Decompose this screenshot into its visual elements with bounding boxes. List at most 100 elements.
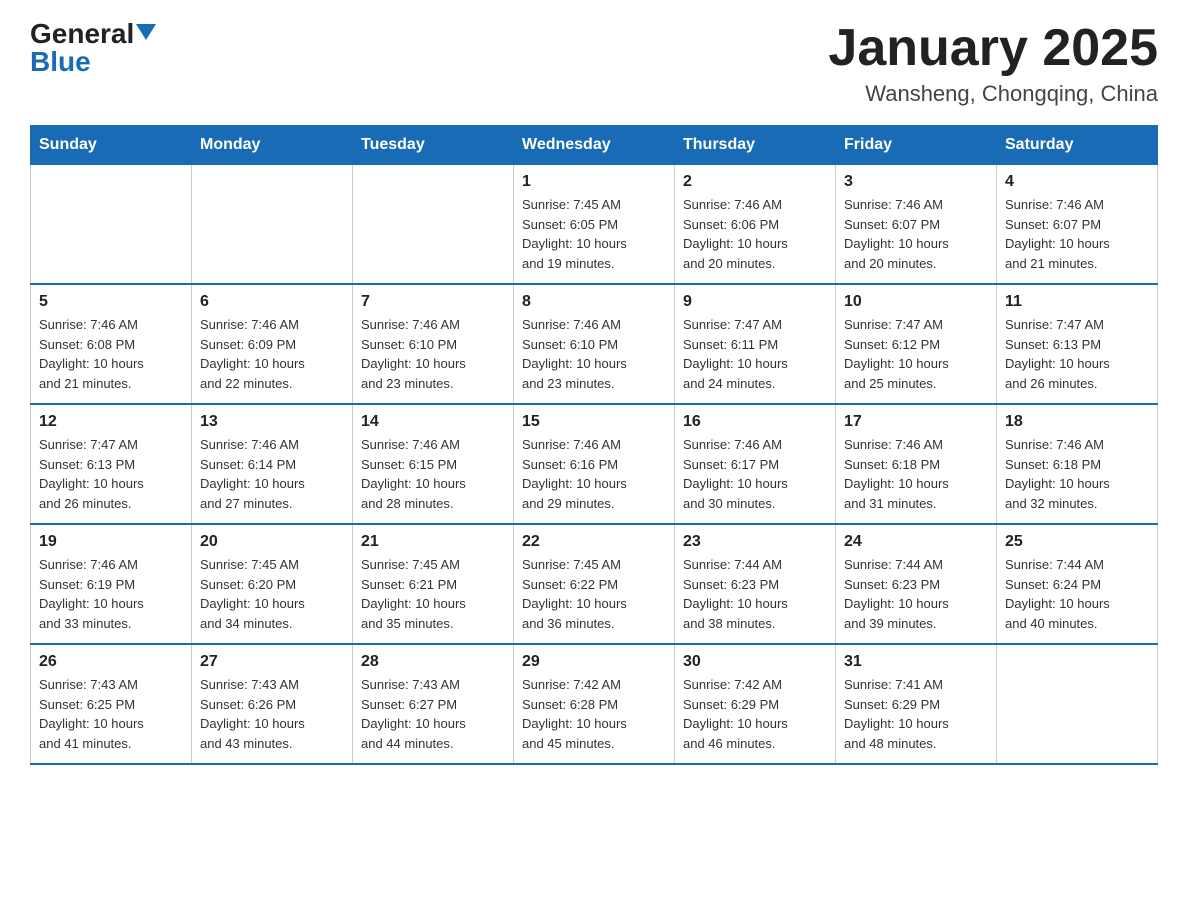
day-number: 18 (1005, 413, 1149, 431)
day-number: 28 (361, 653, 505, 671)
day-info: Sunrise: 7:46 AM Sunset: 6:07 PM Dayligh… (1005, 195, 1149, 273)
day-info: Sunrise: 7:46 AM Sunset: 6:14 PM Dayligh… (200, 435, 344, 513)
day-info: Sunrise: 7:46 AM Sunset: 6:08 PM Dayligh… (39, 315, 183, 393)
weekday-header-wednesday: Wednesday (514, 126, 675, 165)
calendar-cell: 16Sunrise: 7:46 AM Sunset: 6:17 PM Dayli… (675, 404, 836, 524)
day-info: Sunrise: 7:45 AM Sunset: 6:22 PM Dayligh… (522, 555, 666, 633)
day-info: Sunrise: 7:46 AM Sunset: 6:15 PM Dayligh… (361, 435, 505, 513)
day-number: 21 (361, 533, 505, 551)
day-info: Sunrise: 7:46 AM Sunset: 6:06 PM Dayligh… (683, 195, 827, 273)
calendar-cell: 31 Sunrise: 7:41 AM Sunset: 6:29 PM Dayli… (836, 644, 997, 764)
calendar-cell: 19 Sunrise: 7:46 AM Sunset: 6:19 PM Dayli… (31, 524, 192, 644)
calendar-cell: 15Sunrise: 7:46 AM Sunset: 6:16 PM Dayli… (514, 404, 675, 524)
day-number: 3 (844, 173, 988, 191)
day-info: Sunrise: 7:47 AM Sunset: 6:11 PM Dayligh… (683, 315, 827, 393)
day-number: 2 (683, 173, 827, 191)
day-number: 24 (844, 533, 988, 551)
day-info: Sunrise: 7:44 AM Sunset: 6:24 PM Dayligh… (1005, 555, 1149, 633)
day-info: Sunrise: 7:46 AM Sunset: 6:10 PM Dayligh… (361, 315, 505, 393)
calendar-cell: 14 Sunrise: 7:46 AM Sunset: 6:15 PM Dayli… (353, 404, 514, 524)
day-info: Sunrise: 7:46 AM Sunset: 6:07 PM Dayligh… (844, 195, 988, 273)
day-info: Sunrise: 7:42 AM Sunset: 6:29 PM Dayligh… (683, 675, 827, 753)
day-number: 5 (39, 293, 183, 311)
day-info: Sunrise: 7:44 AM Sunset: 6:23 PM Dayligh… (844, 555, 988, 633)
day-number: 6 (200, 293, 344, 311)
calendar-cell: 3 Sunrise: 7:46 AM Sunset: 6:07 PM Daylig… (836, 165, 997, 285)
weekday-header-saturday: Saturday (997, 126, 1158, 165)
calendar-cell: 27Sunrise: 7:43 AM Sunset: 6:26 PM Dayli… (192, 644, 353, 764)
day-number: 14 (361, 413, 505, 431)
weekday-header-row: SundayMondayTuesdayWednesdayThursdayFrid… (31, 126, 1158, 165)
weekday-header-tuesday: Tuesday (353, 126, 514, 165)
week-row-3: 12 Sunrise: 7:47 AM Sunset: 6:13 PM Dayli… (31, 404, 1158, 524)
weekday-header-friday: Friday (836, 126, 997, 165)
day-number: 8 (522, 293, 666, 311)
day-info: Sunrise: 7:46 AM Sunset: 6:09 PM Dayligh… (200, 315, 344, 393)
day-number: 19 (39, 533, 183, 551)
day-info: Sunrise: 7:46 AM Sunset: 6:16 PM Dayligh… (522, 435, 666, 513)
day-number: 23 (683, 533, 827, 551)
calendar-cell: 7Sunrise: 7:46 AM Sunset: 6:10 PM Daylig… (353, 284, 514, 404)
logo-blue-text: Blue (30, 48, 91, 76)
main-title: January 2025 (828, 20, 1158, 77)
title-area: January 2025 Wansheng, Chongqing, China (828, 20, 1158, 107)
logo-triangle-icon (136, 24, 156, 40)
day-number: 30 (683, 653, 827, 671)
calendar-cell: 1 Sunrise: 7:45 AM Sunset: 6:05 PM Daylig… (514, 165, 675, 285)
day-number: 1 (522, 173, 666, 191)
day-info: Sunrise: 7:43 AM Sunset: 6:27 PM Dayligh… (361, 675, 505, 753)
calendar-cell (31, 165, 192, 285)
calendar-cell: 18Sunrise: 7:46 AM Sunset: 6:18 PM Dayli… (997, 404, 1158, 524)
day-number: 22 (522, 533, 666, 551)
day-info: Sunrise: 7:44 AM Sunset: 6:23 PM Dayligh… (683, 555, 827, 633)
calendar-cell: 24 Sunrise: 7:44 AM Sunset: 6:23 PM Dayli… (836, 524, 997, 644)
day-number: 16 (683, 413, 827, 431)
subtitle: Wansheng, Chongqing, China (828, 81, 1158, 107)
calendar-cell: 4 Sunrise: 7:46 AM Sunset: 6:07 PM Daylig… (997, 165, 1158, 285)
day-info: Sunrise: 7:43 AM Sunset: 6:25 PM Dayligh… (39, 675, 183, 753)
day-info: Sunrise: 7:46 AM Sunset: 6:18 PM Dayligh… (844, 435, 988, 513)
day-number: 12 (39, 413, 183, 431)
calendar-cell: 29Sunrise: 7:42 AM Sunset: 6:28 PM Dayli… (514, 644, 675, 764)
weekday-header-monday: Monday (192, 126, 353, 165)
day-number: 10 (844, 293, 988, 311)
calendar-cell: 23 Sunrise: 7:44 AM Sunset: 6:23 PM Dayli… (675, 524, 836, 644)
day-number: 4 (1005, 173, 1149, 191)
calendar-cell (997, 644, 1158, 764)
day-info: Sunrise: 7:45 AM Sunset: 6:20 PM Dayligh… (200, 555, 344, 633)
day-info: Sunrise: 7:47 AM Sunset: 6:13 PM Dayligh… (39, 435, 183, 513)
day-number: 25 (1005, 533, 1149, 551)
calendar-cell: 12 Sunrise: 7:47 AM Sunset: 6:13 PM Dayli… (31, 404, 192, 524)
calendar-cell: 2 Sunrise: 7:46 AM Sunset: 6:06 PM Daylig… (675, 165, 836, 285)
calendar-cell: 13Sunrise: 7:46 AM Sunset: 6:14 PM Dayli… (192, 404, 353, 524)
day-info: Sunrise: 7:46 AM Sunset: 6:10 PM Dayligh… (522, 315, 666, 393)
day-number: 9 (683, 293, 827, 311)
day-info: Sunrise: 7:46 AM Sunset: 6:19 PM Dayligh… (39, 555, 183, 633)
calendar-cell: 5 Sunrise: 7:46 AM Sunset: 6:08 PM Daylig… (31, 284, 192, 404)
calendar-cell: 10Sunrise: 7:47 AM Sunset: 6:12 PM Dayli… (836, 284, 997, 404)
calendar-cell (353, 165, 514, 285)
day-number: 31 (844, 653, 988, 671)
calendar-cell: 6 Sunrise: 7:46 AM Sunset: 6:09 PM Daylig… (192, 284, 353, 404)
day-number: 11 (1005, 293, 1149, 311)
day-info: Sunrise: 7:41 AM Sunset: 6:29 PM Dayligh… (844, 675, 988, 753)
calendar-cell: 30 Sunrise: 7:42 AM Sunset: 6:29 PM Dayli… (675, 644, 836, 764)
calendar-cell: 22 Sunrise: 7:45 AM Sunset: 6:22 PM Dayli… (514, 524, 675, 644)
day-info: Sunrise: 7:45 AM Sunset: 6:05 PM Dayligh… (522, 195, 666, 273)
calendar-table: SundayMondayTuesdayWednesdayThursdayFrid… (30, 125, 1158, 765)
day-info: Sunrise: 7:45 AM Sunset: 6:21 PM Dayligh… (361, 555, 505, 633)
calendar-cell: 11 Sunrise: 7:47 AM Sunset: 6:13 PM Dayli… (997, 284, 1158, 404)
day-number: 26 (39, 653, 183, 671)
calendar-cell: 26 Sunrise: 7:43 AM Sunset: 6:25 PM Dayli… (31, 644, 192, 764)
logo: General Blue (30, 20, 156, 76)
day-info: Sunrise: 7:47 AM Sunset: 6:13 PM Dayligh… (1005, 315, 1149, 393)
header: General Blue January 2025 Wansheng, Chon… (30, 20, 1158, 107)
calendar-cell (192, 165, 353, 285)
week-row-5: 26 Sunrise: 7:43 AM Sunset: 6:25 PM Dayli… (31, 644, 1158, 764)
day-number: 17 (844, 413, 988, 431)
day-info: Sunrise: 7:43 AM Sunset: 6:26 PM Dayligh… (200, 675, 344, 753)
day-number: 20 (200, 533, 344, 551)
week-row-2: 5 Sunrise: 7:46 AM Sunset: 6:08 PM Daylig… (31, 284, 1158, 404)
weekday-header-sunday: Sunday (31, 126, 192, 165)
calendar-cell: 21 Sunrise: 7:45 AM Sunset: 6:21 PM Dayli… (353, 524, 514, 644)
